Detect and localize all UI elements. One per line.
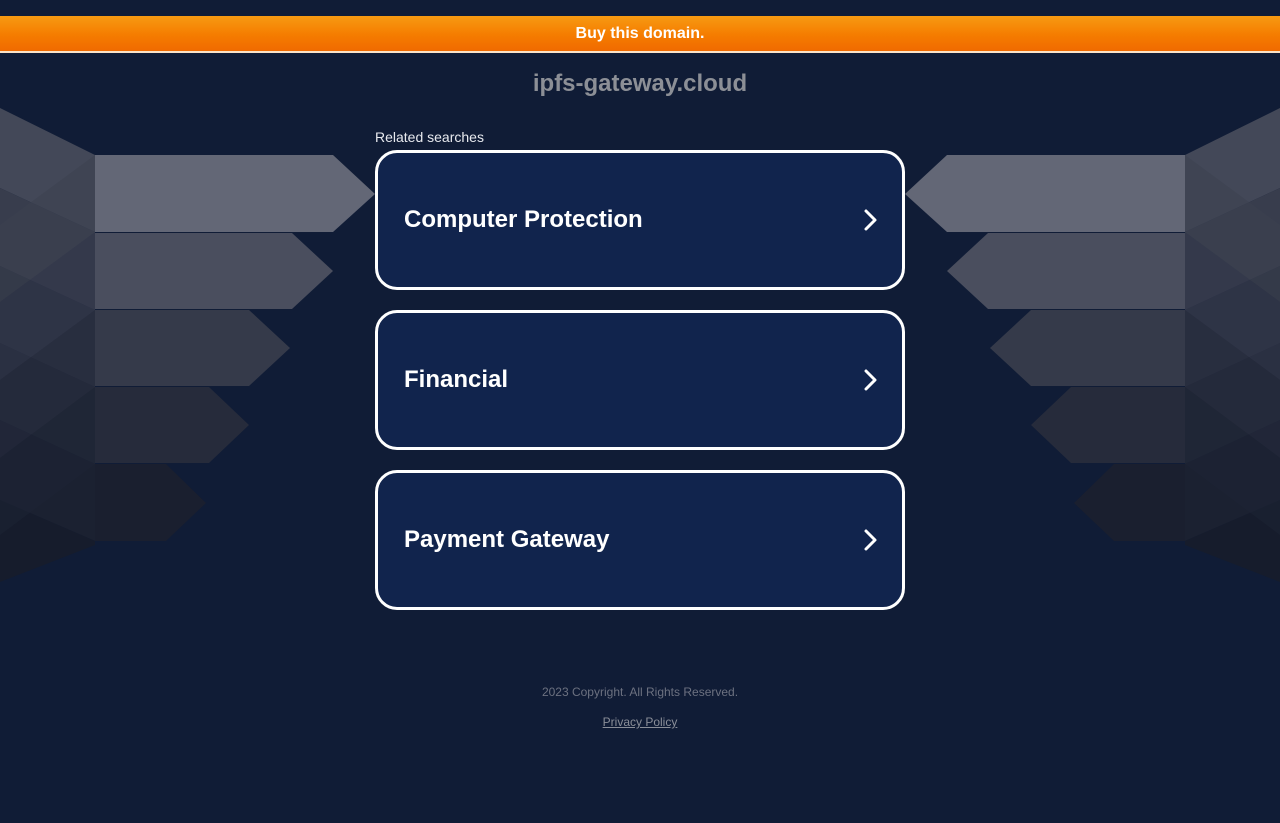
copyright-text: 2023 Copyright. All Rights Reserved. [541,685,739,699]
left-wing-decoration [0,108,375,582]
related-search-label: Financial [404,366,509,393]
related-search-financial[interactable]: Financial [375,310,905,450]
chevron-right-icon [864,209,877,231]
related-searches-heading: Related searches [375,129,484,145]
chevron-right-icon [864,529,877,551]
domain-title: ipfs-gateway.cloud [532,70,748,97]
chevron-right-icon [864,369,877,391]
related-search-label: Payment Gateway [404,526,610,553]
footer-links: Privacy Policy [0,714,1280,730]
buy-domain-label: Buy this domain. [575,24,705,42]
related-search-label: Computer Protection [404,206,643,233]
privacy-policy-link[interactable]: Privacy Policy [603,715,678,729]
buy-domain-banner[interactable]: Buy this domain. [0,16,1280,53]
related-search-computer-protection[interactable]: Computer Protection [375,150,905,290]
landing-page: Buy this domain. ipfs-gateway.cloud Rela… [0,0,1280,823]
related-search-payment-gateway[interactable]: Payment Gateway [375,470,905,610]
right-wing-decoration [905,108,1280,582]
top-strip [0,0,1280,16]
